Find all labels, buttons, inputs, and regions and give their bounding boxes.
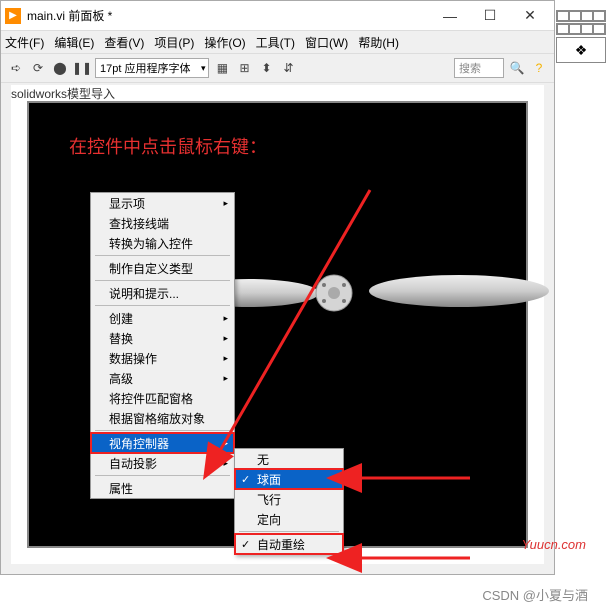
minimize-button[interactable]: — [430,4,470,28]
ctx-item-custom-type[interactable]: 制作自定义类型 [91,258,234,278]
menu-project[interactable]: 项目(P) [154,34,194,51]
sub-item-auto-redraw[interactable]: ✓自动重绘 [235,534,343,554]
separator [95,305,230,306]
close-button[interactable]: ✕ [510,4,550,28]
sub-item-orient[interactable]: 定向 [235,509,343,529]
pause-button[interactable]: ❚❚ [73,59,91,77]
align-button[interactable]: ▦ [213,59,231,77]
instruction-text: 在控件中点击鼠标右键： [69,133,267,159]
control-label: solidworks模型导入 [11,85,544,102]
window-title: main.vi 前面板 * [27,7,430,24]
ctx-item-change-control[interactable]: 转换为输入控件 [91,233,234,253]
separator [95,475,230,476]
separator [239,531,339,532]
palette-icon[interactable]: ❖ [556,37,606,63]
ctx-item-description[interactable]: 说明和提示... [91,283,234,303]
sub-menu: 无 ✓球面 飞行 定向 ✓自动重绘 [234,448,344,555]
watermark-yuucn: Yuucn.com [521,537,586,552]
context-menu: 显示项 查找接线端 转换为输入控件 制作自定义类型 说明和提示... 创建 替换… [90,192,235,499]
run-cont-button[interactable]: ⟳ [29,59,47,77]
ctx-item-data-op[interactable]: 数据操作 [91,348,234,368]
ctx-item-create[interactable]: 创建 [91,308,234,328]
menu-tools[interactable]: 工具(T) [256,34,295,51]
ctx-item-properties[interactable]: 属性 [91,478,234,498]
menu-file[interactable]: 文件(F) [5,34,44,51]
distribute-button[interactable]: ⊞ [235,59,253,77]
ctx-item-scale-pane[interactable]: 根据窗格缩放对象 [91,408,234,428]
ctx-item-auto-project[interactable]: 自动投影 [91,453,234,473]
help-icon[interactable]: ? [530,59,548,77]
app-icon: ▶ [5,8,21,24]
search-icon[interactable]: 🔍 [508,59,526,77]
separator [95,430,230,431]
separator [95,255,230,256]
reorder-button[interactable]: ⇵ [279,59,297,77]
maximize-button[interactable]: ☐ [470,4,510,28]
menu-edit[interactable]: 编辑(E) [54,34,94,51]
toolbar: ➪ ⟳ ⬤ ❚❚ 17pt 应用程序字体 ▦ ⊞ ⬍ ⇵ 搜索 🔍 ? [1,53,554,83]
sub-item-fly[interactable]: 飞行 [235,489,343,509]
ctx-item-replace[interactable]: 替换 [91,328,234,348]
stop-button[interactable]: ⬤ [51,59,69,77]
check-icon: ✓ [241,538,250,551]
ctx-item-fit-pane[interactable]: 将控件匹配窗格 [91,388,234,408]
menu-view[interactable]: 查看(V) [104,34,144,51]
titlebar: ▶ main.vi 前面板 * — ☐ ✕ [1,1,554,31]
ctx-item-find-terminal[interactable]: 查找接线端 [91,213,234,233]
menu-operate[interactable]: 操作(O) [204,34,245,51]
check-icon: ✓ [241,473,250,486]
watermark-csdn: CSDN @小夏与酒 [482,585,588,604]
run-button[interactable]: ➪ [7,59,25,77]
menu-window[interactable]: 窗口(W) [305,34,348,51]
controls-palette: ❖ [556,10,606,63]
font-dropdown[interactable]: 17pt 应用程序字体 [95,58,209,78]
sub-item-sphere[interactable]: ✓球面 [235,469,343,489]
search-input[interactable]: 搜索 [454,58,504,78]
resize-button[interactable]: ⬍ [257,59,275,77]
sub-item-none[interactable]: 无 [235,449,343,469]
ctx-item-camera-controller[interactable]: 视角控制器 [91,433,234,453]
ctx-item-display[interactable]: 显示项 [91,193,234,213]
menu-help[interactable]: 帮助(H) [358,34,399,51]
ctx-item-advanced[interactable]: 高级 [91,368,234,388]
menubar: 文件(F) 编辑(E) 查看(V) 项目(P) 操作(O) 工具(T) 窗口(W… [1,31,554,53]
separator [95,280,230,281]
